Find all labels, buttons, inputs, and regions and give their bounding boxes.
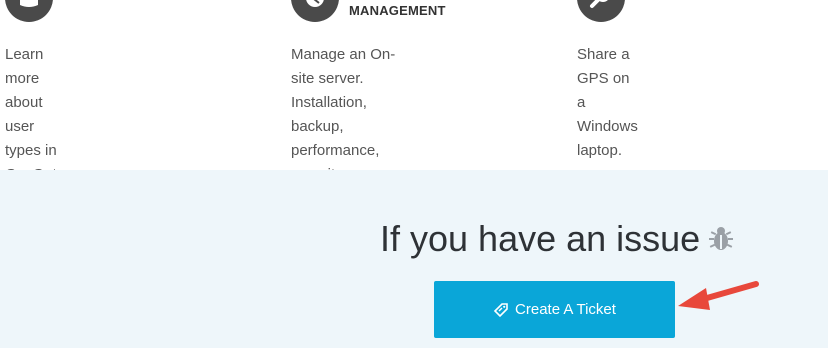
annotation-arrow-icon	[678, 281, 759, 310]
help-topics-section: Learn more about user types in GpsGate. …	[0, 0, 828, 231]
card-server-management-title: MANAGEMENT	[349, 3, 446, 18]
bug-icon	[708, 225, 734, 253]
card-gps-sharing-text: Share a GPS on a Windows laptop.	[577, 46, 638, 159]
server-icon	[291, 0, 339, 22]
create-ticket-button[interactable]: Create A Ticket	[434, 281, 675, 338]
user-icon	[5, 0, 53, 22]
issue-title-text: If you have an issue	[380, 218, 701, 259]
page: Learn more about user types in GpsGate. …	[0, 0, 828, 348]
issue-section: If you have an issue Create A Ticket	[0, 170, 828, 348]
card-user-types-text: Learn more about user types in GpsGate.	[5, 46, 69, 183]
create-ticket-label: Create A Ticket	[515, 301, 616, 318]
issue-heading: If you have an issue	[380, 218, 734, 260]
ticket-icon	[493, 302, 509, 318]
gps-icon	[577, 0, 625, 22]
